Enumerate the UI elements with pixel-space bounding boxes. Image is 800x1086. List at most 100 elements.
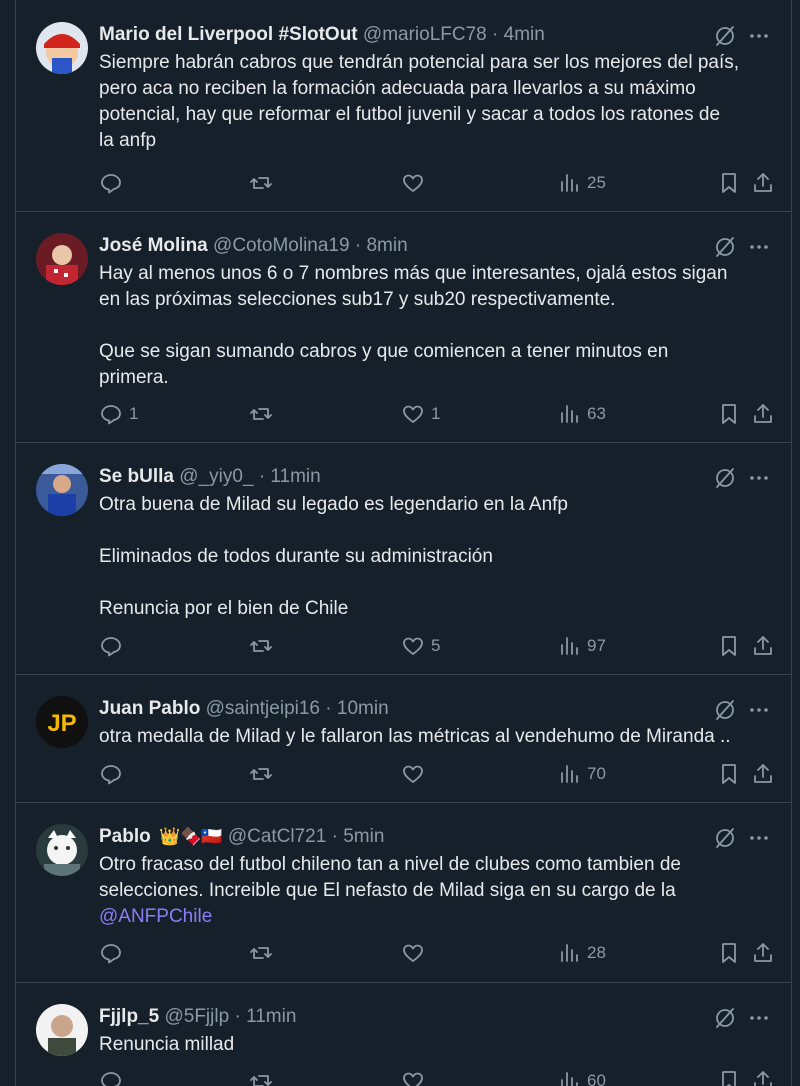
like-button[interactable]: 1 <box>401 401 440 427</box>
avatar[interactable] <box>36 824 88 876</box>
like-count: 5 <box>431 636 441 655</box>
avatar[interactable] <box>36 233 88 285</box>
tweet-text-line: potencial, hay que reformar el futbol ju… <box>99 104 721 125</box>
reply-button[interactable] <box>99 170 129 196</box>
retweet-button[interactable] <box>249 633 279 659</box>
reply-count: 1 <box>129 404 139 423</box>
separator-dot: · <box>325 698 332 719</box>
views-button[interactable]: 97 <box>557 633 606 659</box>
timestamp[interactable]: 10min <box>337 698 389 719</box>
more-options-icon[interactable] <box>747 1006 771 1030</box>
action-bar: 60 <box>99 1068 772 1086</box>
like-button[interactable]: 5 <box>401 633 440 659</box>
more-options-icon[interactable] <box>747 826 771 850</box>
views-chart-icon <box>561 174 578 192</box>
share-button[interactable] <box>751 633 775 659</box>
grok-icon[interactable] <box>713 466 737 490</box>
grok-icon[interactable] <box>713 235 737 259</box>
bookmark-button[interactable] <box>717 401 741 427</box>
bookmark-button[interactable] <box>717 633 741 659</box>
reply-button[interactable]: 1 <box>99 401 138 427</box>
tweet[interactable]: José Molina @CotoMolina19 · 8min Hay al … <box>16 211 791 443</box>
timestamp[interactable]: 8min <box>366 235 407 256</box>
tweet-text: Renuncia millad <box>99 1032 766 1058</box>
share-button[interactable] <box>751 761 775 787</box>
tweet[interactable]: JP Juan Pablo @saintjeipi16 · 10min otra… <box>16 674 791 803</box>
views-button[interactable]: 70 <box>557 761 606 787</box>
user-handle[interactable]: @5Fjjlp <box>164 1006 229 1027</box>
user-handle[interactable]: @CatCl721 <box>228 826 327 847</box>
display-name[interactable]: Juan Pablo <box>99 698 200 719</box>
share-button[interactable] <box>751 170 775 196</box>
avatar[interactable] <box>36 464 88 516</box>
avatar[interactable] <box>36 22 88 74</box>
user-handle[interactable]: @_yiy0_ <box>179 466 253 487</box>
retweet-button[interactable] <box>249 1068 279 1086</box>
more-options-icon[interactable] <box>747 235 771 259</box>
more-options-icon[interactable] <box>747 698 771 722</box>
more-options-icon[interactable] <box>747 466 771 490</box>
retweet-button[interactable] <box>249 401 279 427</box>
share-icon <box>754 636 772 655</box>
timestamp[interactable]: 11min <box>270 466 320 487</box>
bookmark-button[interactable] <box>717 761 741 787</box>
user-handle[interactable]: @saintjeipi16 <box>206 698 320 719</box>
bookmark-button[interactable] <box>717 940 741 966</box>
views-count: 28 <box>587 943 606 962</box>
bookmark-icon <box>722 173 736 193</box>
tweet[interactable]: Se bUlla @_yiy0_ · 11min Otra buena de M… <box>16 442 791 675</box>
display-name[interactable]: Se bUlla <box>99 466 174 487</box>
reply-button[interactable] <box>99 633 129 659</box>
tweet-header: José Molina @CotoMolina19 · 8min <box>99 233 681 259</box>
grok-icon[interactable] <box>713 1006 737 1030</box>
like-button[interactable] <box>401 1068 431 1086</box>
views-button[interactable]: 28 <box>557 940 606 966</box>
bookmark-icon <box>722 764 736 784</box>
views-count: 70 <box>587 764 606 783</box>
bookmark-icon <box>722 943 736 963</box>
timestamp[interactable]: 11min <box>246 1006 296 1027</box>
tweet-text: Otra buena de Milad su legado es legenda… <box>99 492 766 622</box>
like-button[interactable] <box>401 940 431 966</box>
display-name[interactable]: José Molina <box>99 235 208 256</box>
grok-icon[interactable] <box>713 698 737 722</box>
share-button[interactable] <box>751 401 775 427</box>
heart-icon <box>403 405 423 423</box>
avatar[interactable] <box>36 1004 88 1056</box>
share-button[interactable] <box>751 1068 775 1086</box>
grok-icon[interactable] <box>713 24 737 48</box>
share-button[interactable] <box>751 940 775 966</box>
tweet[interactable]: Mario del Liverpool #SlotOut @marioLFC78… <box>16 0 791 212</box>
like-button[interactable] <box>401 761 431 787</box>
timestamp[interactable]: 5min <box>343 826 384 847</box>
bookmark-button[interactable] <box>717 170 741 196</box>
views-button[interactable]: 60 <box>557 1068 606 1086</box>
views-button[interactable]: 63 <box>557 401 606 427</box>
tweet[interactable]: Pablo 👑🍫🇨🇱 @CatCl721 · 5min Otro fracaso… <box>16 802 791 983</box>
heart-icon <box>403 765 423 783</box>
user-handle[interactable]: @CotoMolina19 <box>213 235 350 256</box>
timestamp[interactable]: 4min <box>504 24 545 45</box>
retweet-button[interactable] <box>249 170 279 196</box>
reply-button[interactable] <box>99 1068 129 1086</box>
display-name[interactable]: Fjjlp_5 <box>99 1006 159 1027</box>
grok-icon[interactable] <box>713 826 737 850</box>
reply-button[interactable] <box>99 761 129 787</box>
heart-icon <box>403 637 423 655</box>
tweet-text-line: Que se sigan sumando cabros y que comien… <box>99 341 669 362</box>
tweet-text-line: Eliminados de todos durante su administr… <box>99 546 493 567</box>
user-handle[interactable]: @marioLFC78 <box>363 24 487 45</box>
retweet-button[interactable] <box>249 940 279 966</box>
display-name[interactable]: Pablo <box>99 826 151 847</box>
mention-link[interactable]: @ANFPChile <box>99 906 212 927</box>
bookmark-button[interactable] <box>717 1068 741 1086</box>
like-button[interactable] <box>401 170 431 196</box>
retweet-button[interactable] <box>249 761 279 787</box>
tweet[interactable]: Fjjlp_5 @5Fjjlp · 11min Renuncia millad <box>16 982 791 1086</box>
display-name[interactable]: Mario del Liverpool #SlotOut <box>99 24 358 45</box>
more-options-icon[interactable] <box>747 24 771 48</box>
views-button[interactable]: 25 <box>557 170 606 196</box>
reply-button[interactable] <box>99 940 129 966</box>
avatar[interactable]: JP <box>36 696 88 748</box>
